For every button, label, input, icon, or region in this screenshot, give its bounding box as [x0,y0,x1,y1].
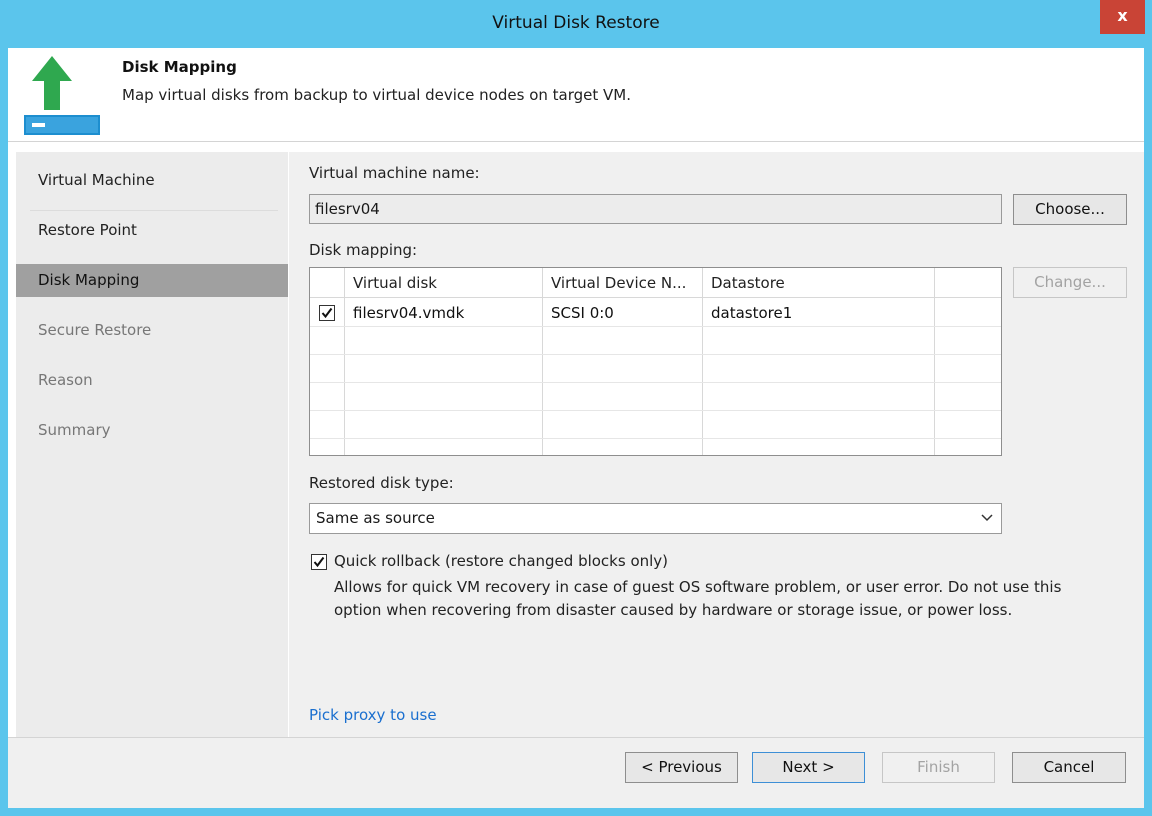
next-button[interactable]: Next > [752,752,865,783]
step-restore-point[interactable]: Restore Point [16,214,288,247]
row-checkbox[interactable] [319,305,335,321]
pick-proxy-link[interactable]: Pick proxy to use [309,706,437,724]
previous-button[interactable]: < Previous [625,752,738,783]
chevron-down-icon [981,514,993,522]
wizard-steps: Virtual Machine Restore Point Disk Mappi… [16,152,288,737]
row-divider [310,438,1001,439]
cell-datastore: datastore1 [711,304,793,322]
change-button[interactable]: Change... [1013,267,1127,298]
description-line: Allows for quick VM recovery in case of … [334,578,1062,596]
step-virtual-machine[interactable]: Virtual Machine [16,164,288,197]
main-panel: Virtual machine name: filesrv04 Choose..… [289,152,1144,737]
description-line: option when recovering from disaster cau… [334,601,1013,619]
column-divider [344,268,345,455]
restore-disk-icon [20,54,104,136]
column-header-datastore[interactable]: Datastore [703,268,934,298]
step-divider [30,210,278,211]
quick-rollback-label[interactable]: Quick rollback (restore changed blocks o… [334,552,668,570]
window-title: Virtual Disk Restore [492,13,660,33]
title-bar[interactable]: Virtual Disk Restore x [0,0,1152,48]
disk-mapping-table[interactable]: Virtual disk Virtual Device N... Datasto… [309,267,1002,456]
quick-rollback-checkbox[interactable] [311,554,327,570]
checkmark-icon [321,307,333,319]
column-divider [934,268,935,455]
step-reason: Reason [38,371,93,389]
disk-mapping-label: Disk mapping: [309,241,418,259]
choose-button[interactable]: Choose... [1013,194,1127,225]
column-divider [702,268,703,455]
checkmark-icon [313,556,325,568]
vm-name-field[interactable]: filesrv04 [309,194,1002,224]
column-header-device-node[interactable]: Virtual Device N... [543,268,702,298]
table-header: Virtual disk Virtual Device N... Datasto… [310,268,1001,298]
cancel-button[interactable]: Cancel [1012,752,1126,783]
header-divider [8,141,1144,142]
quick-rollback-description: Allows for quick VM recovery in case of … [334,576,1134,622]
column-divider [542,268,543,455]
disk-type-select[interactable]: Same as source [309,503,1002,534]
wizard-footer: < Previous Next > Finish Cancel [8,737,1144,808]
step-secure-restore: Secure Restore [38,321,152,339]
close-icon: x [1117,6,1128,25]
step-disk-mapping[interactable]: Disk Mapping [16,264,288,297]
row-divider [310,410,1001,411]
close-button[interactable]: x [1100,0,1145,34]
page-description: Map virtual disks from backup to virtual… [122,86,631,104]
client-area: Disk Mapping Map virtual disks from back… [8,48,1144,808]
cell-device-node: SCSI 0:0 [551,304,614,322]
cell-virtual-disk: filesrv04.vmdk [353,304,465,322]
disk-type-label: Restored disk type: [309,474,454,492]
disk-type-value: Same as source [316,509,435,527]
app-window: Virtual Disk Restore x Disk Mapping Map … [0,0,1152,816]
row-divider [310,354,1001,355]
step-summary: Summary [38,421,111,439]
page-title: Disk Mapping [122,58,237,76]
wizard-header: Disk Mapping Map virtual disks from back… [8,48,1144,141]
column-header-virtual-disk[interactable]: Virtual disk [345,268,542,298]
finish-button[interactable]: Finish [882,752,995,783]
row-divider [310,382,1001,383]
vm-name-label: Virtual machine name: [309,164,480,182]
